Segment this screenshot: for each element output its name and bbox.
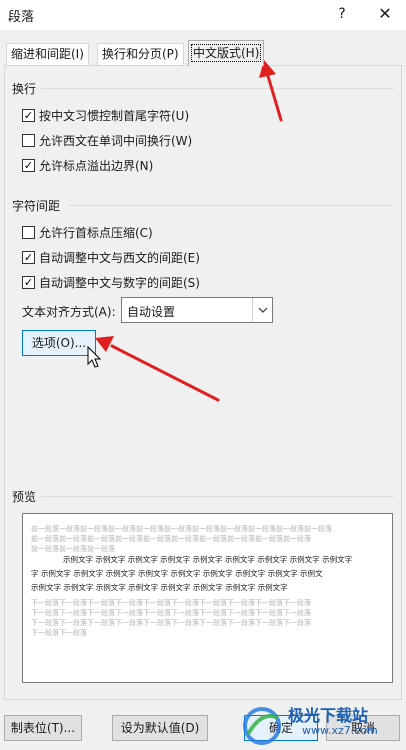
group-title-line-break: 换行 xyxy=(12,82,37,96)
checkbox-allow-latin-wrap[interactable]: 允许西文在单词中间换行(W) xyxy=(22,131,192,149)
checkbox-label: 允许西文在单词中间换行(W) xyxy=(39,133,193,148)
checkbox-label: 按中文习惯控制首尾字符(U) xyxy=(39,108,190,123)
preview-text-after: 下一段落下一段落下一段落下一段落下一段落下一段落下一段落下一段落下一段落下一段落 xyxy=(31,619,311,627)
checkbox-control-first-last-char[interactable]: ✓ 按中文习惯控制首尾字符(U) xyxy=(22,106,189,124)
checkbox-label: 允许标点溢出边界(N) xyxy=(39,158,154,173)
paragraph-dialog: 段落 ? ✕ 缩进和间距(I) 换行和分页(P) 中文版式(H) 换行 ✓ 按中… xyxy=(0,0,406,750)
tab-asian-typography[interactable]: 中文版式(H) xyxy=(188,40,265,66)
dialog-title: 段落 xyxy=(8,10,35,25)
tab-stops-button[interactable]: 制表位(T)... xyxy=(4,715,82,741)
select-value: 自动设置 xyxy=(127,305,176,319)
preview-text-after: 下一段落下一段落下一段落下一段落下一段落下一段落下一段落下一段落下一段落下一段落 xyxy=(31,609,311,617)
preview-sample-text: 示例文字 示例文字 示例文字 示例文字 示例文字 示例文字 示例文字 示例文字 xyxy=(31,583,288,592)
tab-label: 缩进和间距(I) xyxy=(11,47,84,61)
text-alignment-select[interactable]: 自动设置 xyxy=(121,297,273,323)
checkbox-box: ✓ xyxy=(22,108,35,122)
group-title-char-spacing: 字符间距 xyxy=(12,199,61,213)
checkbox-box xyxy=(22,225,35,239)
checkbox-auto-space-numbers[interactable]: ✓ 自动调整中文与数字的间距(S) xyxy=(22,273,200,291)
preview-text-after: 下一段落下一段落 xyxy=(31,629,87,637)
checkbox-compress-punctuation[interactable]: 允许行首标点压缩(C) xyxy=(22,223,153,241)
checkbox-label: 自动调整中文与西文的间距(E) xyxy=(39,250,200,265)
tab-line-page-breaks[interactable]: 换行和分页(P) xyxy=(97,43,184,65)
chevron-down-icon[interactable] xyxy=(252,298,272,322)
preview-sample-text: 字 示例文字 示例文字 示例文字 示例文字 示例文字 示例文字 示例文字 示例文… xyxy=(31,569,323,578)
checkbox-box: ✓ xyxy=(22,250,35,264)
title-bar: 段落 ? ✕ xyxy=(0,0,406,30)
help-button[interactable]: ? xyxy=(330,2,354,26)
group-title-preview: 预览 xyxy=(12,490,37,504)
checkbox-box: ✓ xyxy=(22,158,35,172)
watermark-name: 极光下载站 xyxy=(288,706,369,725)
tab-label: 换行和分页(P) xyxy=(102,47,179,61)
checkbox-label: 允许行首标点压缩(C) xyxy=(39,225,153,240)
divider xyxy=(68,205,394,206)
checkbox-auto-space-latin[interactable]: ✓ 自动调整中文与西文的间距(E) xyxy=(22,248,200,266)
tab-indent-spacing[interactable]: 缩进和间距(I) xyxy=(6,43,89,65)
preview-box: 前一段落一段落前一段落前一段落前一段落前一段落前一段落前一段落前一段落前一段落前… xyxy=(22,513,393,683)
checkbox-box xyxy=(22,133,35,147)
watermark-logo: 极光下载站 www.xz7.com xyxy=(240,704,400,748)
set-default-button[interactable]: 设为默认值(D) xyxy=(112,715,208,741)
aurora-logo-icon xyxy=(243,707,281,745)
tab-label: 中文版式(H) xyxy=(190,44,262,62)
checkbox-box: ✓ xyxy=(22,275,35,289)
options-button[interactable]: 选项(O)... xyxy=(22,330,96,356)
divider xyxy=(42,496,394,497)
divider xyxy=(42,88,394,89)
watermark-url: www.xz7.com xyxy=(302,724,378,737)
preview-sample-text: 示例文字 示例文字 示例文字 示例文字 示例文字 示例文字 示例文字 示例文字 … xyxy=(63,555,353,564)
checkbox-label: 自动调整中文与数字的间距(S) xyxy=(39,275,200,290)
preview-text-before: 前一段落前一段落前一段落前一段落前一段落前一段落前一段落前一段落前一段落前一段落 xyxy=(31,535,311,543)
preview-text-before: 前一段落一段落前一段落前一段落前一段落前一段落前一段落前一段落前一段落前一段落前… xyxy=(31,525,332,533)
close-button[interactable]: ✕ xyxy=(372,2,398,26)
preview-text-after: 下一段落下一段落下一段落下一段落下一段落下一段落下一段落下一段落下一段落下一段落 xyxy=(31,599,311,607)
text-alignment-label: 文本对齐方式(A): xyxy=(22,305,116,319)
checkbox-hanging-punctuation[interactable]: ✓ 允许标点溢出边界(N) xyxy=(22,156,153,174)
